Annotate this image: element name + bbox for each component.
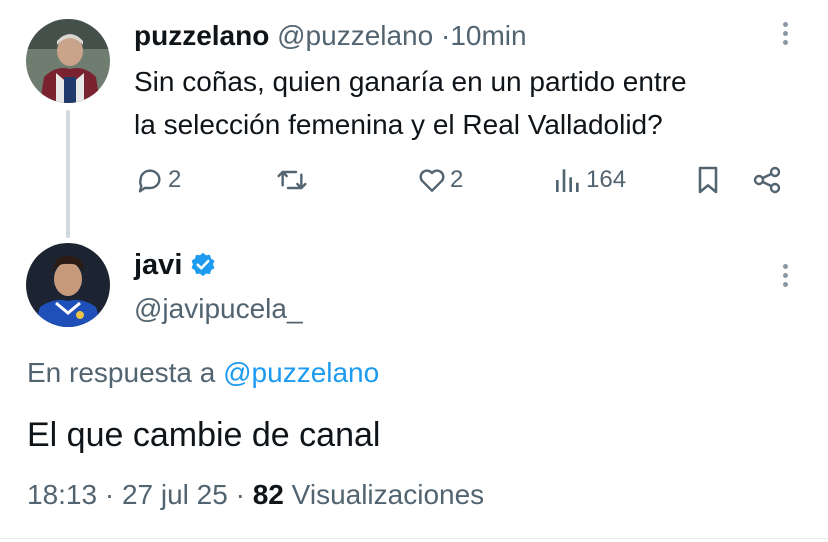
reply-button[interactable]: 2 xyxy=(134,162,181,198)
meta-separator: · xyxy=(235,479,245,510)
parent-text-line1: Sin coñas, quien ganaría en un partido e… xyxy=(134,66,687,97)
reply-views-label[interactable]: Visualizaciones xyxy=(292,479,485,510)
like-count: 2 xyxy=(450,166,464,193)
parent-author-handle[interactable]: @puzzelano xyxy=(277,20,433,51)
share-icon xyxy=(753,166,781,194)
retweet-button[interactable] xyxy=(274,162,310,198)
reply-author-name[interactable]: javi xyxy=(134,246,182,284)
parent-more-options-button[interactable] xyxy=(780,22,790,50)
bookmark-button[interactable] xyxy=(692,162,724,198)
more-dots-icon xyxy=(782,264,788,269)
bookmark-icon xyxy=(698,166,718,194)
views-button[interactable]: 164 xyxy=(552,162,626,198)
thread-connector-line xyxy=(66,110,70,238)
like-button[interactable]: 2 xyxy=(416,162,463,198)
views-count: 164 xyxy=(586,166,627,193)
parent-time-ago[interactable]: 10min xyxy=(450,20,526,51)
header-separator: · xyxy=(440,20,451,51)
meta-separator: · xyxy=(104,479,115,510)
parent-tweet-text: Sin coñas, quien ganaría en un partido e… xyxy=(134,60,804,146)
reply-more-options-button[interactable] xyxy=(780,264,790,292)
reply-tweet-meta: 18:13 · 27 jul 25 · 82 Visualizaciones xyxy=(27,476,484,514)
retweet-icon xyxy=(277,170,307,190)
reply-mention-link[interactable]: @puzzelano xyxy=(223,357,379,388)
parent-tweet-header: puzzelano @puzzelano ·10min xyxy=(134,18,527,54)
verified-badge-icon[interactable] xyxy=(189,251,217,279)
views-bars-icon xyxy=(556,169,579,192)
reply-date[interactable]: 27 jul 25 xyxy=(122,479,228,510)
avatar-photo-man-icon xyxy=(26,19,110,103)
reply-tweet-text: El que cambie de canal xyxy=(27,416,381,454)
reply-time[interactable]: 18:13 xyxy=(27,479,97,510)
reply-prefix: En respuesta a xyxy=(27,357,216,388)
parent-author-name[interactable]: puzzelano xyxy=(134,20,269,51)
reply-context: En respuesta a @puzzelano xyxy=(27,354,379,392)
reply-count: 2 xyxy=(168,166,182,193)
reply-author-name-row: javi xyxy=(134,246,217,284)
share-button[interactable] xyxy=(750,162,784,198)
parent-text-line2: la selección femenina y el Real Valladol… xyxy=(134,109,663,140)
reply-views-count: 82 xyxy=(252,479,284,510)
divider xyxy=(0,538,828,539)
reply-author-handle[interactable]: @javipucela_ xyxy=(134,290,303,328)
more-dots-icon xyxy=(782,22,788,27)
heart-icon xyxy=(419,169,445,192)
reply-bubble-icon xyxy=(138,169,161,193)
avatar-photo-young-man-icon xyxy=(26,243,110,327)
avatar-javi[interactable] xyxy=(26,243,110,327)
avatar-puzzelano[interactable] xyxy=(26,19,110,103)
